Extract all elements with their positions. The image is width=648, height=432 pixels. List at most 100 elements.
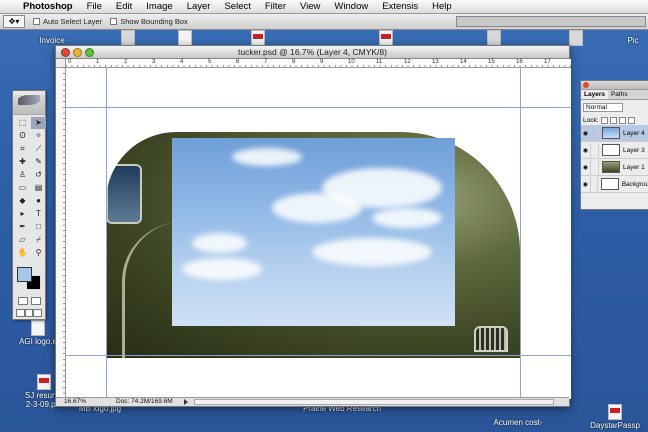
- photoshop-feather-icon[interactable]: [18, 95, 40, 105]
- tab-paths[interactable]: Paths: [608, 90, 631, 99]
- zoom-window-icon[interactable]: [85, 48, 94, 57]
- menu-edit[interactable]: Edit: [109, 1, 139, 12]
- toolbox-header[interactable]: [13, 95, 45, 115]
- status-bar: 16.67% Doc: 74.2M/169.6M: [56, 397, 569, 406]
- tab-layers[interactable]: Layers: [581, 90, 608, 99]
- eye-icon[interactable]: ◉: [581, 164, 590, 171]
- lock-pixels-icon[interactable]: [609, 116, 617, 124]
- foreground-color-swatch[interactable]: [17, 267, 32, 282]
- layer-row-background[interactable]: ◉ Backgrou: [581, 176, 648, 193]
- auto-select-label: Auto Select Layer: [43, 17, 103, 26]
- menu-view[interactable]: View: [293, 1, 327, 12]
- healing-brush-tool-icon[interactable]: ✚: [15, 156, 30, 168]
- auto-select-option[interactable]: Auto Select Layer: [33, 17, 102, 26]
- lock-transparency-icon[interactable]: [600, 116, 608, 124]
- desktop-icon-invoice[interactable]: Invoice: [22, 36, 82, 45]
- sky-image-layer[interactable]: [172, 138, 455, 326]
- menu-image[interactable]: Image: [139, 1, 179, 12]
- notes-tool-icon[interactable]: ▱: [15, 234, 30, 246]
- zoom-tool-icon[interactable]: ⚲: [31, 247, 46, 259]
- bounding-box-checkbox[interactable]: [110, 18, 118, 25]
- brush-tool-icon[interactable]: ✎: [31, 156, 46, 168]
- screen-mode-full-icon[interactable]: [24, 309, 34, 317]
- lock-all-icon[interactable]: [627, 116, 635, 124]
- ruler-number: 15: [488, 59, 495, 65]
- cloud: [312, 238, 432, 266]
- desktop-icon-daystar[interactable]: DaystarPassp: [582, 404, 648, 430]
- menu-photoshop[interactable]: Photoshop: [16, 1, 80, 12]
- palette-well[interactable]: [456, 16, 646, 27]
- eye-icon[interactable]: ◉: [581, 130, 590, 137]
- gradient-tool-icon[interactable]: ▤: [31, 182, 46, 194]
- marquee-tool-icon[interactable]: ⬚: [15, 117, 30, 129]
- bounding-box-option[interactable]: Show Bounding Box: [110, 17, 188, 26]
- layers-panel-header[interactable]: [581, 81, 648, 90]
- magic-wand-tool-icon[interactable]: ✧: [31, 130, 46, 142]
- bounding-box-label: Show Bounding Box: [120, 17, 188, 26]
- layer-name: Layer 4: [623, 129, 645, 137]
- standard-mode-icon[interactable]: [17, 297, 28, 305]
- screen-mode-full-black-icon[interactable]: [33, 309, 43, 317]
- menu-select[interactable]: Select: [217, 1, 257, 12]
- guide-line[interactable]: [106, 68, 107, 399]
- eyedropper-tool-icon[interactable]: ⌿: [31, 234, 46, 246]
- eraser-tool-icon[interactable]: ▭: [15, 182, 30, 194]
- auto-select-checkbox[interactable]: [33, 18, 40, 25]
- pdf-file-icon: [608, 404, 622, 420]
- quick-mask-modes: [13, 295, 45, 307]
- layer-link-cell[interactable]: [590, 125, 599, 141]
- quick-mask-mode-icon[interactable]: [30, 297, 41, 305]
- menu-help[interactable]: Help: [425, 1, 459, 12]
- tool-preset-picker[interactable]: ✥▾: [3, 15, 25, 28]
- lasso-tool-icon[interactable]: ʘ: [15, 130, 30, 142]
- tool-grid: ⬚ ➤ ʘ ✧ ⌗ ⟋ ✚ ✎ ♙ ↺ ▭ ▤ ◆ ● ▸ T ✒ □ ▱ ⌿ …: [13, 115, 46, 261]
- menu-file[interactable]: File: [80, 1, 109, 12]
- ruler-number: 5: [208, 59, 212, 65]
- layer-link-cell[interactable]: [590, 159, 599, 175]
- ruler-origin[interactable]: [56, 59, 66, 68]
- type-tool-icon[interactable]: T: [31, 208, 46, 220]
- history-brush-tool-icon[interactable]: ↺: [31, 169, 46, 181]
- document-canvas[interactable]: [66, 68, 571, 399]
- guide-line[interactable]: [66, 107, 571, 108]
- layer-link-cell[interactable]: [589, 176, 599, 192]
- guide-line[interactable]: [66, 355, 571, 356]
- close-window-icon[interactable]: [61, 48, 70, 57]
- desktop-icon-pic[interactable]: Pic: [618, 36, 648, 45]
- pen-tool-icon[interactable]: ✒: [15, 221, 30, 233]
- crop-tool-icon[interactable]: ⌗: [15, 143, 30, 155]
- lock-position-icon[interactable]: [618, 116, 626, 124]
- eye-icon[interactable]: ◉: [581, 181, 590, 188]
- blend-mode-select[interactable]: Normal: [583, 103, 623, 112]
- minimize-window-icon[interactable]: [73, 48, 82, 57]
- screen-mode-standard-icon[interactable]: [16, 309, 25, 317]
- slice-tool-icon[interactable]: ⟋: [31, 143, 46, 155]
- blur-tool-icon[interactable]: ◆: [15, 195, 30, 207]
- horizontal-ruler[interactable]: 0 1 2 3 4 5 6 7 8 9 10 11 12 13 14 15 16…: [66, 59, 571, 68]
- zoom-level[interactable]: 16.67%: [64, 398, 86, 406]
- guide-line[interactable]: [520, 68, 521, 399]
- menu-extensis[interactable]: Extensis: [375, 1, 425, 12]
- path-selection-tool-icon[interactable]: ▸: [15, 208, 30, 220]
- dodge-tool-icon[interactable]: ●: [31, 195, 46, 207]
- document-title-bar[interactable]: tucker.psd @ 16.7% (Layer 4, CMYK/8): [56, 46, 569, 59]
- menu-filter[interactable]: Filter: [258, 1, 293, 12]
- close-panel-icon[interactable]: [583, 82, 589, 88]
- vertical-ruler[interactable]: [56, 68, 66, 399]
- menu-window[interactable]: Window: [327, 1, 375, 12]
- eye-icon[interactable]: ◉: [581, 147, 590, 154]
- status-menu-arrow-icon[interactable]: [184, 399, 188, 405]
- layers-panel: Layers Paths Normal Lock: ◉ Layer 4 ◉ La…: [580, 80, 648, 210]
- hand-tool-icon[interactable]: ✋: [15, 247, 30, 259]
- menu-layer[interactable]: Layer: [180, 1, 218, 12]
- clone-stamp-tool-icon[interactable]: ♙: [15, 169, 30, 181]
- layer-row-layer-4[interactable]: ◉ Layer 4: [581, 125, 648, 142]
- desktop-icon-acumen[interactable]: Acumen cost-: [488, 418, 548, 427]
- shape-tool-icon[interactable]: □: [31, 221, 46, 233]
- layer-row-layer-3[interactable]: ◉ Layer 3: [581, 142, 648, 159]
- layer-link-cell[interactable]: [590, 142, 599, 158]
- move-tool-icon[interactable]: ➤: [31, 117, 46, 129]
- layer-row-layer-1[interactable]: ◉ Layer 1: [581, 159, 648, 176]
- toolbox-palette: ⬚ ➤ ʘ ✧ ⌗ ⟋ ✚ ✎ ♙ ↺ ▭ ▤ ◆ ● ▸ T ✒ □ ▱ ⌿ …: [12, 90, 46, 320]
- horizontal-scrollbar[interactable]: [194, 399, 554, 405]
